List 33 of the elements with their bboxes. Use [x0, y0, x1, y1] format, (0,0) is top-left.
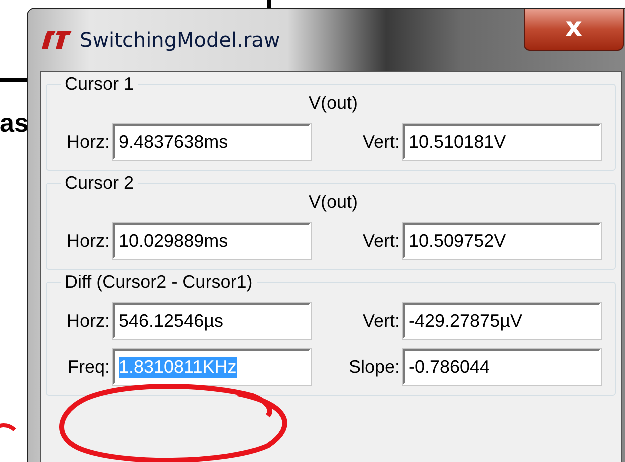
group-title: Diff (Cursor2 - Cursor1) [64, 272, 254, 293]
field-value: 9.4837638ms [119, 132, 228, 152]
value-field[interactable]: 10.029889ms [113, 223, 311, 259]
field-label: Slope: [348, 356, 401, 378]
field-label: Vert: [362, 230, 401, 252]
field-label: Freq: [68, 356, 111, 378]
value-field[interactable]: 10.509752V [403, 223, 601, 259]
window-title: SwitchingModel.raw [80, 28, 280, 52]
signal-name: V(out) [309, 93, 358, 114]
field-label: Horz: [66, 310, 111, 332]
field-label: Horz: [66, 230, 111, 252]
logo-icon [42, 29, 72, 51]
background-text: as [0, 108, 29, 139]
value-field[interactable]: 10.510181V [403, 124, 601, 160]
field-value: 10.029889ms [119, 230, 228, 252]
signal-name: V(out) [309, 192, 358, 213]
field-value: 10.510181V [409, 132, 506, 152]
group-title: Cursor 1 [64, 74, 136, 95]
field-label: Vert: [362, 310, 401, 332]
value-field[interactable]: 546.12546µs [113, 303, 311, 339]
value-field[interactable]: -0.786044 [403, 349, 601, 385]
close-button[interactable]: x [524, 9, 624, 51]
field-value: 10.509752V [409, 230, 506, 252]
field-value: 1.8310811KHz [119, 356, 237, 378]
value-field[interactable]: 9.4837638ms [113, 124, 311, 160]
field-value: 546.12546µs [119, 310, 224, 332]
field-label: Horz: [66, 132, 111, 152]
field-label: Vert: [362, 132, 401, 152]
field-value: -429.27875µV [409, 310, 522, 332]
field-value: -0.786044 [409, 356, 490, 378]
annotation-stroke [0, 422, 16, 434]
group-title: Cursor 2 [64, 173, 136, 194]
value-field[interactable]: -429.27875µV [403, 303, 601, 339]
